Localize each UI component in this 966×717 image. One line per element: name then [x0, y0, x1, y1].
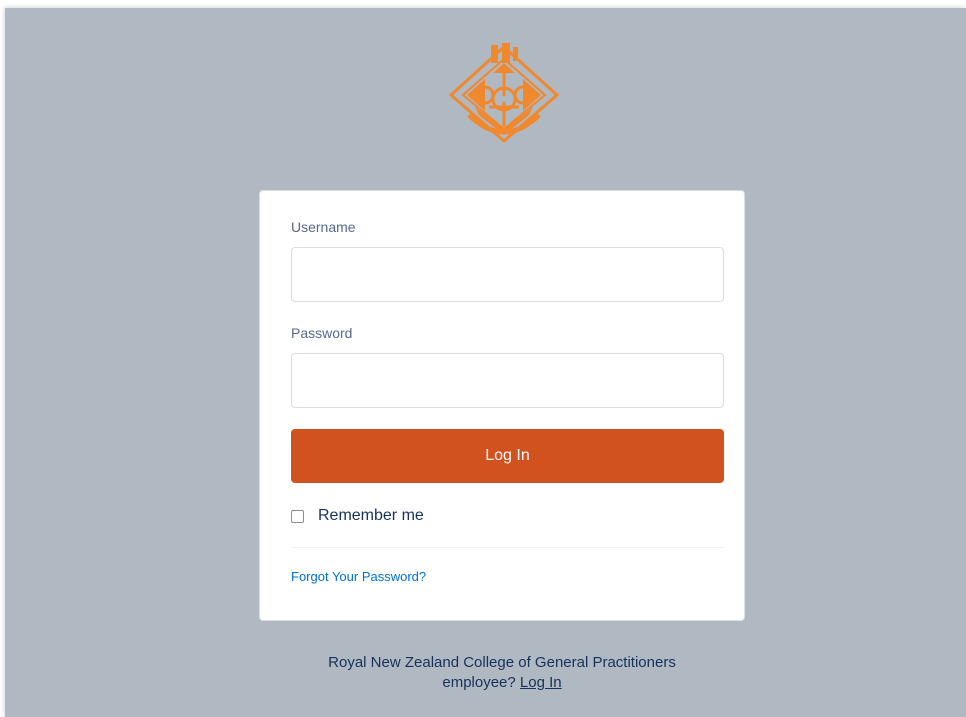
employee-login-footer: Royal New Zealand College of General Pra…: [259, 653, 745, 693]
remember-me[interactable]: Remember me: [291, 505, 424, 527]
username-input[interactable]: [291, 247, 724, 302]
remember-me-checkbox[interactable]: [291, 509, 304, 523]
login-page: Username Password Log In Remember me For…: [5, 8, 966, 717]
employee-login-link[interactable]: Log In: [520, 674, 562, 691]
forgot-password-link[interactable]: Forgot Your Password?: [291, 569, 426, 584]
divider: [291, 547, 724, 548]
footer-employee-prefix: employee?: [442, 674, 516, 691]
login-card: Username Password Log In Remember me For…: [259, 190, 745, 621]
rnzcgp-crest-icon: [448, 43, 560, 143]
footer-org-name: Royal New Zealand College of General Pra…: [328, 654, 676, 671]
password-input[interactable]: [291, 353, 724, 408]
remember-me-label[interactable]: Remember me: [318, 507, 424, 525]
password-label: Password: [291, 325, 353, 341]
username-label: Username: [291, 219, 356, 235]
footer-employee-line: employee? Log In: [259, 673, 745, 693]
login-button[interactable]: Log In: [291, 429, 724, 483]
